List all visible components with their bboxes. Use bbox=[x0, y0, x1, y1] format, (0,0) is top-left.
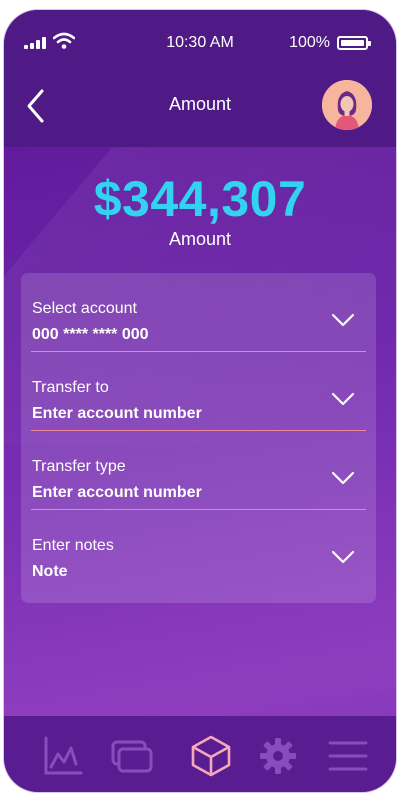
menu-icon[interactable] bbox=[326, 734, 370, 778]
select-account-dropdown[interactable]: Select account 000 **** **** 000 bbox=[21, 273, 376, 352]
field-value: Enter account number bbox=[32, 484, 202, 501]
user-avatar-icon bbox=[322, 80, 372, 130]
chevron-down-icon bbox=[331, 550, 355, 564]
cube-icon[interactable] bbox=[189, 734, 233, 778]
chart-icon[interactable] bbox=[41, 734, 85, 778]
chevron-down-icon bbox=[331, 471, 355, 485]
transfer-form-card: Select account 000 **** **** 000 Transfe… bbox=[21, 273, 376, 603]
balance-label: Amount bbox=[168, 229, 232, 249]
transfer-to-dropdown[interactable]: Transfer to Enter account number bbox=[21, 352, 376, 431]
chevron-down-icon bbox=[331, 313, 355, 327]
field-label: Transfer type bbox=[32, 458, 126, 475]
battery-icon bbox=[337, 36, 371, 50]
chevron-down-icon bbox=[331, 392, 355, 406]
top-bar: 10:30 AM 100% Amount bbox=[4, 10, 396, 147]
phone-screen: 10:30 AM 100% Amount $344,307 Amount Sel… bbox=[4, 10, 396, 792]
field-label: Select account bbox=[32, 300, 137, 317]
bottom-navigation bbox=[4, 716, 396, 792]
field-label: Enter notes bbox=[32, 537, 114, 554]
notes-dropdown[interactable]: Enter notes Note bbox=[21, 510, 376, 589]
field-value: Note bbox=[32, 563, 68, 580]
field-value: Enter account number bbox=[32, 405, 202, 422]
transfer-type-dropdown[interactable]: Transfer type Enter account number bbox=[21, 431, 376, 510]
battery-percentage: 100% bbox=[289, 34, 330, 51]
status-bar: 10:30 AM 100% bbox=[4, 10, 396, 60]
cards-icon[interactable] bbox=[110, 734, 154, 778]
balance-amount: $344,307 bbox=[93, 171, 307, 227]
field-label: Transfer to bbox=[32, 379, 109, 396]
user-avatar[interactable] bbox=[322, 80, 372, 130]
field-value: 000 **** **** 000 bbox=[32, 326, 149, 343]
gear-icon[interactable] bbox=[256, 734, 300, 778]
